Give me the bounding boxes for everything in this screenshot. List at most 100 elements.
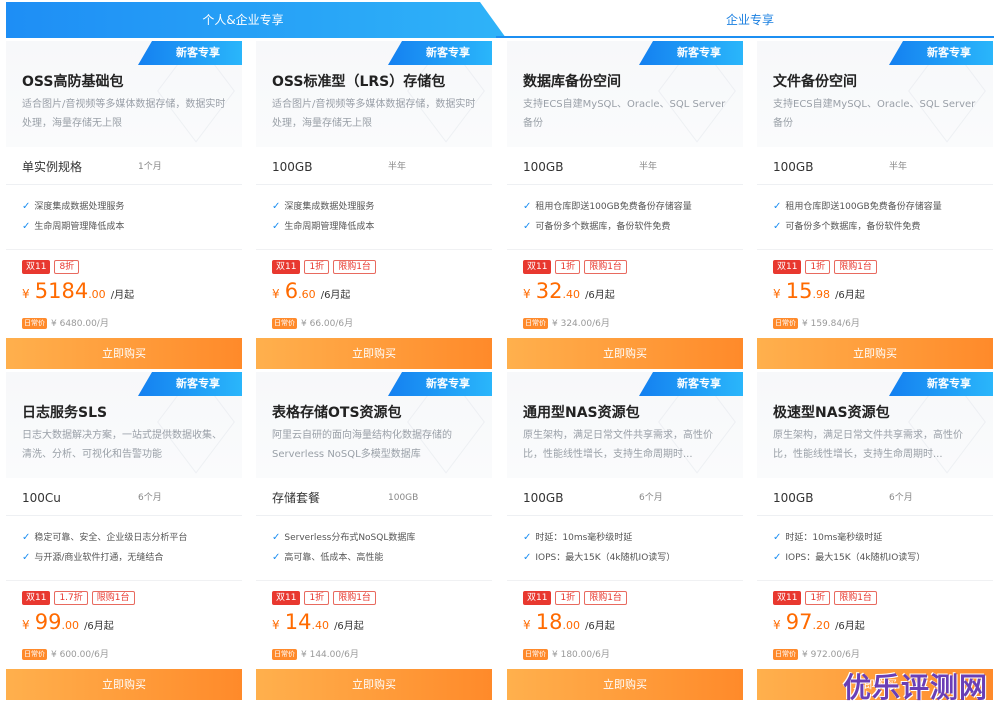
tag-row: 双11 1折 限购1台 xyxy=(773,591,877,605)
new-customer-badge: 新客专享 xyxy=(138,372,242,396)
feature-text: IOPS：最大15K（4k随机IO读写） xyxy=(785,553,926,563)
price-unit: /6月起 xyxy=(585,621,615,632)
new-customer-badge: 新客专享 xyxy=(889,41,993,65)
product-title: OSS标准型（LRS）存储包 xyxy=(272,74,446,90)
spec-selector[interactable]: 100GB 半年 xyxy=(507,149,743,185)
feature-item: ✓ 深度集成数据处理服务 xyxy=(22,199,124,212)
price-unit: /6月起 xyxy=(835,621,865,632)
spec-duration: 半年 xyxy=(639,162,658,172)
product-card: 新客专享 通用型NAS资源包 原生架构，满足日常文件共享需求，高性价比，性能线性… xyxy=(507,372,743,700)
spec-name: 存储套餐 xyxy=(272,491,321,505)
original-price: 日常价 ¥ 144.00/6月 xyxy=(272,647,359,660)
limit-tag: 限购1台 xyxy=(91,591,135,605)
tag-row: 双11 1.7折 限购1台 xyxy=(22,591,135,605)
buy-now-button[interactable]: 立即购买 xyxy=(256,338,492,369)
divider xyxy=(256,580,492,581)
new-customer-badge: 新客专享 xyxy=(388,41,492,65)
price: ¥ 15.98 /6月起 xyxy=(773,279,865,303)
check-icon: ✓ xyxy=(272,552,281,563)
feature-item: ✓ Serverless分布式NoSQL数据库 xyxy=(272,530,415,543)
original-price-value: ¥ 6480.00/月 xyxy=(51,319,109,329)
currency-symbol: ¥ xyxy=(773,618,781,632)
check-icon: ✓ xyxy=(22,552,31,563)
limit-tag: 限购1台 xyxy=(834,260,877,274)
discount-tag: 1折 xyxy=(304,591,330,605)
price-integer: 15 xyxy=(785,279,813,303)
price-decimal: .00 xyxy=(88,288,106,301)
original-price: 日常价 ¥ 6480.00/月 xyxy=(22,316,109,329)
currency-symbol: ¥ xyxy=(523,287,531,301)
product-title: 日志服务SLS xyxy=(22,405,108,421)
divider xyxy=(6,249,242,250)
price-integer: 18 xyxy=(535,610,563,634)
currency-symbol: ¥ xyxy=(272,618,280,632)
feature-text: 时延：10ms毫秒级时延 xyxy=(535,533,633,543)
spec-selector[interactable]: 100GB 半年 xyxy=(256,149,492,185)
price-unit: /6月起 xyxy=(835,290,865,301)
price: ¥ 5184.00 /月起 xyxy=(22,279,134,303)
check-icon: ✓ xyxy=(773,221,782,232)
buy-now-button[interactable]: 立即购买 xyxy=(507,669,743,700)
feature-text: 与开源/商业软件打通，无缝结合 xyxy=(34,553,164,563)
spec-selector[interactable]: 100GB 半年 xyxy=(757,149,993,185)
spec-selector[interactable]: 100Cu 6个月 xyxy=(6,480,242,516)
feature-item: ✓ 时延：10ms毫秒级时延 xyxy=(773,530,882,543)
buy-now-button[interactable]: 立即购买 xyxy=(507,338,743,369)
spec-selector[interactable]: 单实例规格 1个月 xyxy=(6,149,242,185)
spec-selector[interactable]: 100GB 6个月 xyxy=(507,480,743,516)
check-icon: ✓ xyxy=(22,221,31,232)
feature-item: ✓ IOPS：最大15K（4k随机IO读写） xyxy=(523,550,675,563)
feature-text: 可备份多个数据库，备份软件免费 xyxy=(535,222,671,232)
discount-tag: 1折 xyxy=(555,260,581,274)
product-title: 通用型NAS资源包 xyxy=(523,405,640,421)
product-description: 支持ECS自建MySQL、Oracle、SQL Server备份 xyxy=(523,99,726,129)
discount-tag: 1折 xyxy=(555,591,581,605)
original-price-value: ¥ 324.00/6月 xyxy=(552,319,610,329)
buy-now-button[interactable]: 立即购买 xyxy=(256,669,492,700)
discount-tag: 1折 xyxy=(805,260,831,274)
tab-enterprise[interactable]: 企业专享 xyxy=(486,2,994,38)
promo-tag: 双11 xyxy=(773,260,802,274)
feature-text: IOPS：最大15K（4k随机IO读写） xyxy=(535,553,676,563)
regular-price-tag: 日常价 xyxy=(22,649,47,660)
price-unit: /6月起 xyxy=(320,290,351,301)
watermark-logo: 优乐评测网 xyxy=(842,671,988,704)
buy-now-button[interactable]: 立即购买 xyxy=(6,669,242,700)
spec-duration: 6个月 xyxy=(138,493,162,503)
promo-tag: 双11 xyxy=(272,260,301,274)
discount-tag: 1.7折 xyxy=(54,591,88,605)
check-icon: ✓ xyxy=(272,201,281,212)
product-card: 新客专享 文件备份空间 支持ECS自建MySQL、Oracle、SQL Serv… xyxy=(757,41,993,369)
spec-duration: 半年 xyxy=(889,162,908,172)
check-icon: ✓ xyxy=(523,221,532,232)
divider xyxy=(507,249,743,250)
feature-item: ✓ 可备份多个数据库，备份软件免费 xyxy=(523,219,670,232)
tag-row: 双11 8折 xyxy=(22,260,80,274)
feature-item: ✓ 高可靠、低成本、高性能 xyxy=(272,550,383,563)
price-decimal: .00 xyxy=(562,619,580,632)
check-icon: ✓ xyxy=(22,532,31,543)
feature-text: 可备份多个数据库，备份软件免费 xyxy=(785,222,921,232)
new-customer-badge: 新客专享 xyxy=(388,372,492,396)
spec-selector[interactable]: 存储套餐 100GB xyxy=(256,480,492,516)
buy-now-button[interactable]: 立即购买 xyxy=(6,338,242,369)
tag-row: 双11 1折 限购1台 xyxy=(773,260,877,274)
original-price-value: ¥ 144.00/6月 xyxy=(301,650,359,660)
tab-underline xyxy=(496,36,994,38)
feature-text: 深度集成数据处理服务 xyxy=(284,202,375,212)
limit-tag: 限购1台 xyxy=(333,260,376,274)
price-decimal: .60 xyxy=(298,288,316,301)
product-description: 适合图片/音视频等多媒体数据存储，数据实时处理，海量存储无上限 xyxy=(22,99,226,129)
promo-tag: 双11 xyxy=(773,591,802,605)
tab-personal-enterprise[interactable]: 个人&企业专享 xyxy=(6,2,506,38)
regular-price-tag: 日常价 xyxy=(523,318,548,329)
product-card: 新客专享 OSS标准型（LRS）存储包 适合图片/音视频等多媒体数据存储，数据实… xyxy=(256,41,492,369)
currency-symbol: ¥ xyxy=(773,287,781,301)
discount-tag: 8折 xyxy=(54,260,80,274)
feature-item: ✓ IOPS：最大15K（4k随机IO读写） xyxy=(773,550,925,563)
check-icon: ✓ xyxy=(523,532,532,543)
spec-selector[interactable]: 100GB 6个月 xyxy=(757,480,993,516)
feature-text: 深度集成数据处理服务 xyxy=(34,202,125,212)
buy-now-button[interactable]: 立即购买 xyxy=(757,338,993,369)
price-decimal: .40 xyxy=(562,288,580,301)
